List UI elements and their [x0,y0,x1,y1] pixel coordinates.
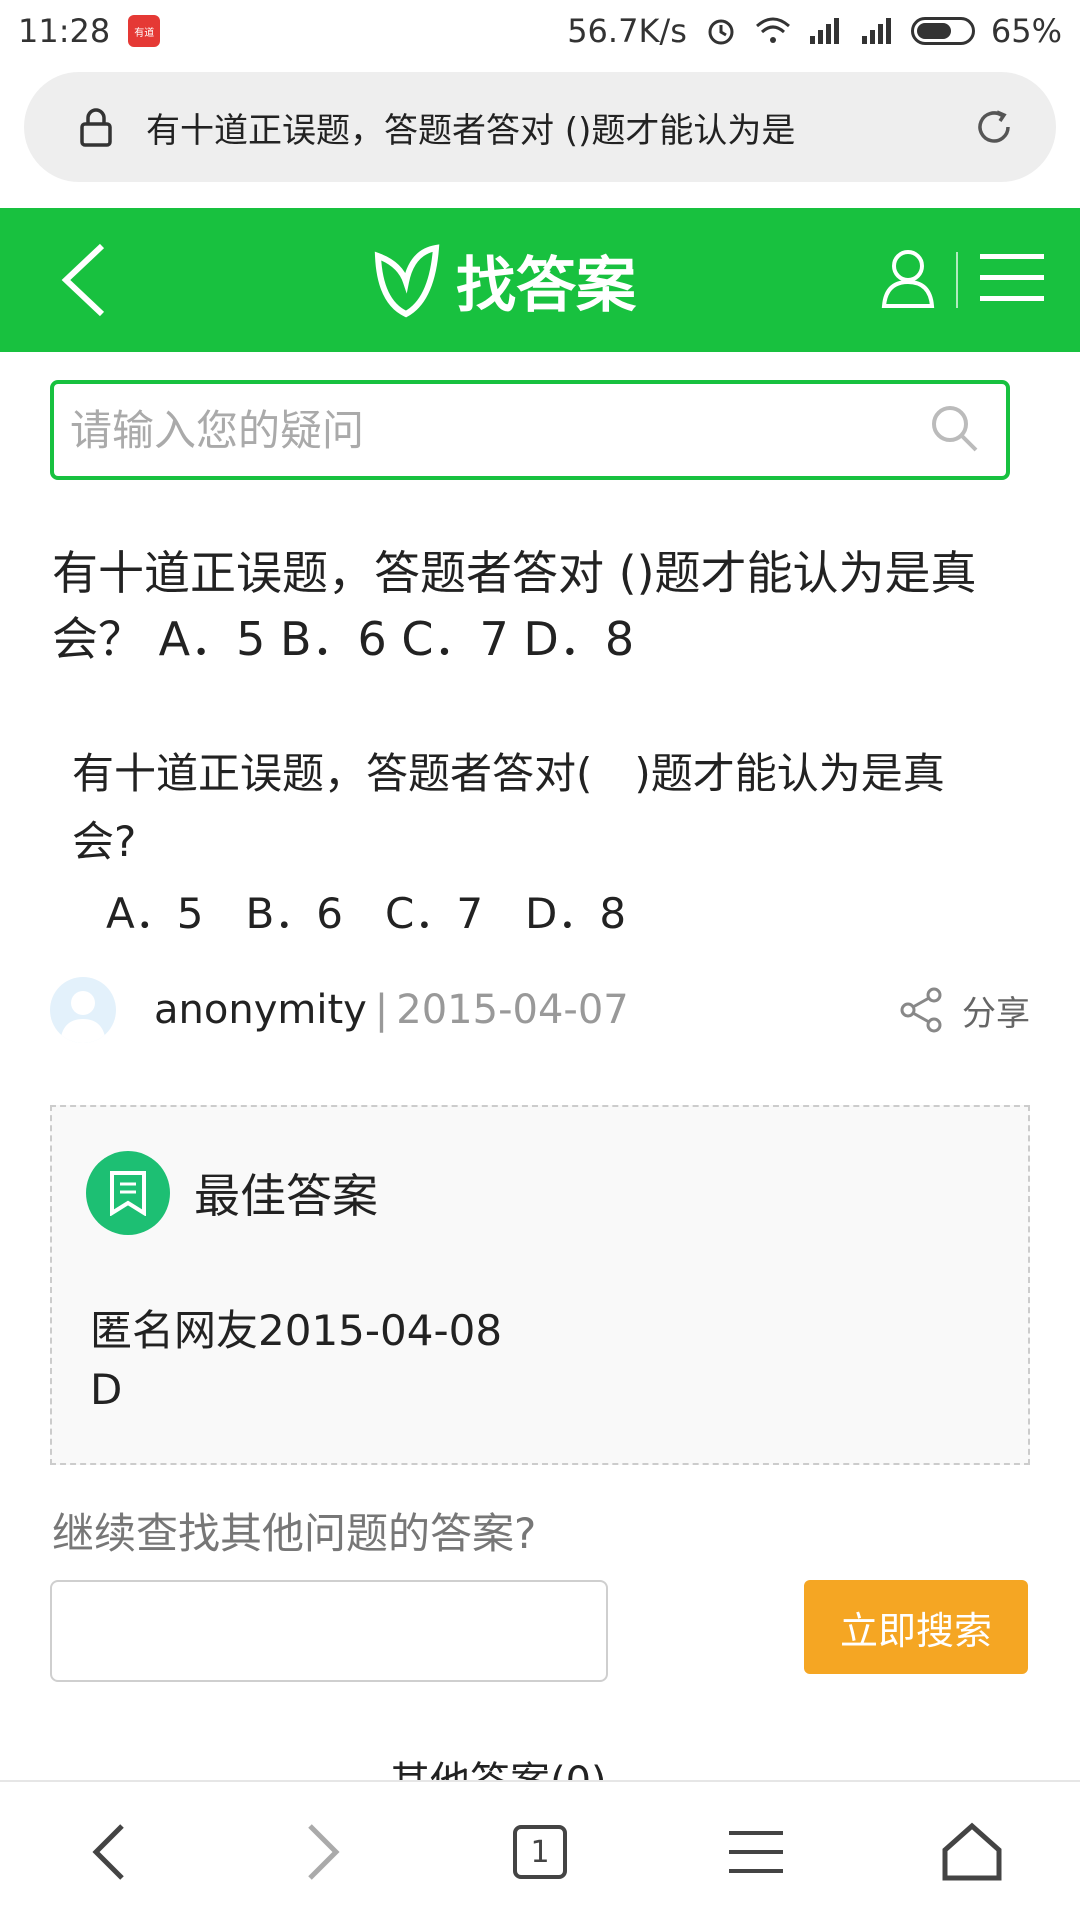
share-button[interactable]: 分享 [898,986,1030,1035]
nav-back-icon[interactable] [58,1802,158,1902]
browser-bottom-nav: 1 [0,1780,1080,1922]
signal-icon-1 [807,13,843,49]
alarm-icon [703,13,739,49]
best-answer-title: 最佳答案 [194,1169,378,1223]
question-options: A．5 B．6 C．7 D．8 [106,889,627,938]
nav-menu-icon[interactable] [706,1802,806,1902]
back-arrow-icon[interactable] [38,235,128,325]
nav-forward-icon[interactable] [274,1802,374,1902]
continue-prompt: 继续查找其他问题的答案? [52,1509,537,1558]
home-icon[interactable] [922,1802,1022,1902]
app-notification-icon: 有道 [128,15,161,47]
continue-search-input[interactable] [50,1580,608,1682]
menu-icon[interactable] [978,250,1046,310]
lock-icon [74,105,118,149]
site-header: 找答案 [0,208,1080,352]
meta-separator: | [374,987,389,1033]
question-body: 有十道正误题，答题者答对( )题才能认为是真会? [72,749,945,866]
battery-percent: 65% [990,12,1062,50]
question-title: 有十道正误题，答题者答对 ()题才能认为是真会？ A．5 B．6 C．7 D．8 [52,546,977,666]
question-meta: anonymity | 2015-04-07 分享 [50,970,1030,1050]
tab-count: 1 [513,1825,567,1879]
wifi-icon [755,13,791,49]
share-icon [900,987,942,1033]
refresh-icon[interactable] [972,105,1016,149]
question-date: 2015-04-07 [396,987,629,1033]
leaf-logo-icon [374,244,440,318]
question-search-box[interactable] [50,380,1010,480]
answer-meta: 匿名网友2015-04-08 [90,1306,503,1355]
url-text[interactable]: 有十道正误题，答题者答对 ()题才能认为是 [146,103,972,152]
search-icon[interactable] [928,402,980,458]
author-name: anonymity [154,987,367,1033]
tabs-button[interactable]: 1 [490,1802,590,1902]
brand-logo[interactable]: 找答案 [372,237,636,324]
address-bar[interactable]: 有十道正误题，答题者答对 ()题才能认为是 [24,72,1056,182]
search-now-button[interactable]: 立即搜索 [804,1580,1028,1674]
other-answers-heading: 其他答案(0) [390,1752,607,1780]
status-bar: 11:28 有道 56.7K/s 65% [0,0,1080,62]
brand-name: 找答案 [456,250,636,321]
status-time: 11:28 [18,12,111,50]
user-icon[interactable] [880,248,936,312]
signal-icon-2 [859,13,895,49]
network-speed: 56.7K/s [567,12,687,50]
share-label: 分享 [962,993,1030,1034]
avatar [50,977,116,1043]
answer-text: D [90,1365,123,1414]
battery-icon [910,17,975,45]
header-divider [956,252,958,308]
bookmark-icon [86,1151,170,1235]
battery-level [916,23,951,39]
question-search-input[interactable] [68,404,928,456]
best-answer-card: 最佳答案 匿名网友2015-04-08 D [50,1105,1030,1465]
